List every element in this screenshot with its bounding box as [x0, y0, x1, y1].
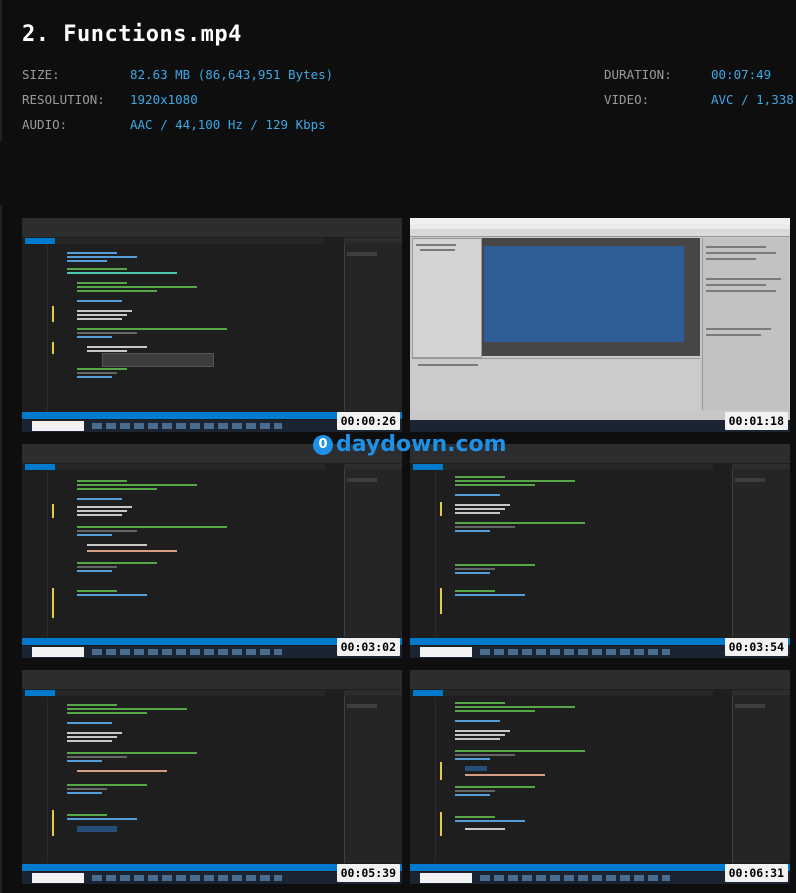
watermark-text: daydown.com — [336, 432, 507, 457]
thumbnail-2[interactable]: 00:01:18 — [410, 218, 790, 432]
thumbnail-4[interactable]: 00:03:54 — [410, 444, 790, 658]
ide-active-tab — [25, 238, 55, 244]
watermark-logo-icon: 0 — [313, 435, 333, 455]
size-label: SIZE: — [22, 67, 60, 82]
video-value: AVC / 1,338 — [711, 92, 794, 107]
watermark: 0 daydown.com — [313, 432, 507, 457]
hierarchy-panel — [412, 238, 482, 358]
left-edge-bar-lower — [0, 205, 2, 893]
size-value: 82.63 MB (86,643,951 Bytes) — [130, 67, 334, 82]
timestamp-badge: 00:00:26 — [336, 412, 400, 430]
thumbnail-5[interactable]: 00:05:39 — [22, 670, 402, 884]
thumbnail-3[interactable]: 00:03:02 — [22, 444, 402, 658]
duration-value: 00:07:49 — [711, 67, 772, 82]
timestamp-badge: 00:06:31 — [724, 864, 788, 882]
resolution-value: 1920x1080 — [130, 92, 198, 107]
left-edge-bar — [0, 0, 2, 141]
game-view — [484, 246, 684, 342]
timestamp-badge: 00:01:18 — [724, 412, 788, 430]
audio-label: AUDIO: — [22, 117, 68, 132]
inspector-panel — [702, 238, 789, 410]
unity-toolbar — [410, 229, 790, 237]
ide-toolbar — [22, 230, 402, 237]
line-gutter — [25, 245, 48, 411]
ide-tabs — [25, 238, 325, 244]
timestamp-badge: 00:05:39 — [336, 864, 400, 882]
timestamp-badge: 00:03:02 — [336, 638, 400, 656]
timestamp-badge: 00:03:54 — [724, 638, 788, 656]
file-title: 2. Functions.mp4 — [22, 22, 242, 47]
audio-value: AAC / 44,100 Hz / 129 Kbps — [130, 117, 326, 132]
code-editor — [25, 471, 340, 637]
resolution-label: RESOLUTION: — [22, 92, 105, 107]
thumbnail-1[interactable]: 00:00:26 — [22, 218, 402, 432]
duration-label: DURATION: — [604, 67, 672, 82]
video-label: VIDEO: — [604, 92, 650, 107]
solution-explorer — [344, 238, 402, 411]
thumbnail-6[interactable]: 00:06:31 — [410, 670, 790, 884]
